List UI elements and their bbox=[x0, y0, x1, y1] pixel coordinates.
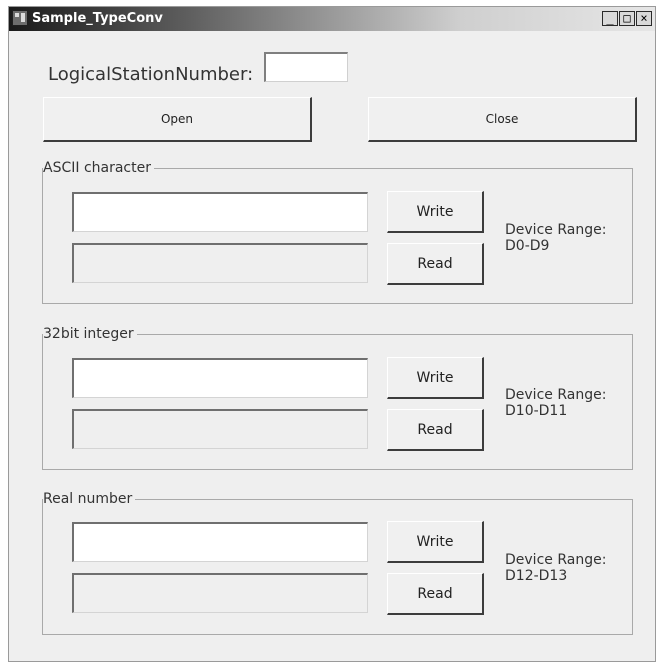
real-device-range-value: D12-D13 bbox=[505, 568, 568, 584]
integer-device-range-value: D10-D11 bbox=[505, 403, 568, 419]
station-number-input[interactable] bbox=[264, 52, 348, 82]
ascii-read-button[interactable]: Read bbox=[387, 243, 484, 285]
integer-device-range-label: Device Range: bbox=[505, 387, 607, 403]
ascii-character-group-title: ASCII character bbox=[43, 160, 154, 176]
real-read-field bbox=[72, 573, 368, 613]
title-bar[interactable]: Sample_TypeConv _ □ × bbox=[9, 7, 655, 31]
main-window: Sample_TypeConv _ □ × LogicalStationNumb… bbox=[8, 6, 656, 662]
maximize-button[interactable]: □ bbox=[619, 11, 635, 26]
minimize-button[interactable]: _ bbox=[602, 11, 618, 26]
real-device-range: Device Range: D12-D13 bbox=[505, 552, 606, 584]
window-title: Sample_TypeConv bbox=[32, 11, 163, 26]
station-number-label: LogicalStationNumber: bbox=[48, 64, 254, 85]
integer-device-range: Device Range: D10-D11 bbox=[505, 387, 606, 419]
ascii-device-range: Device Range: D0-D9 bbox=[505, 222, 606, 254]
real-device-range-label: Device Range: bbox=[505, 552, 607, 568]
integer-write-button[interactable]: Write bbox=[387, 357, 484, 399]
integer-write-field[interactable] bbox=[72, 358, 368, 398]
real-write-button[interactable]: Write bbox=[387, 521, 484, 563]
close-window-button[interactable]: × bbox=[636, 11, 652, 26]
ascii-write-field[interactable] bbox=[72, 192, 368, 232]
open-button[interactable]: Open bbox=[43, 97, 312, 142]
real-read-button[interactable]: Read bbox=[387, 573, 484, 615]
integer-read-field bbox=[72, 409, 368, 449]
real-number-group-title: Real number bbox=[43, 491, 136, 507]
integer-group-title: 32bit integer bbox=[43, 326, 137, 342]
ascii-device-range-value: D0-D9 bbox=[505, 238, 550, 254]
close-button[interactable]: Close bbox=[368, 97, 637, 142]
ascii-device-range-label: Device Range: bbox=[505, 222, 607, 238]
integer-read-button[interactable]: Read bbox=[387, 409, 484, 451]
ascii-write-button[interactable]: Write bbox=[387, 191, 484, 233]
app-icon bbox=[12, 10, 28, 26]
ascii-read-field bbox=[72, 243, 368, 283]
real-write-field[interactable] bbox=[72, 522, 368, 562]
